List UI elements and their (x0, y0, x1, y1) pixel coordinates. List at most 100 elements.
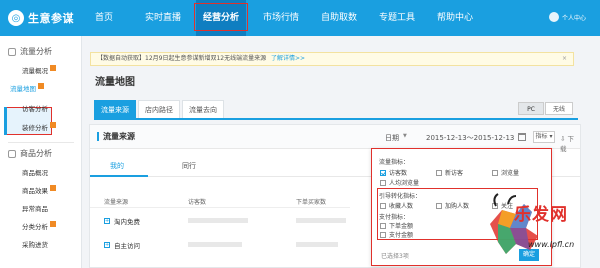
checkbox-icon (380, 179, 386, 186)
visitors-bar (188, 218, 248, 223)
tab-traffic-source[interactable]: 流量来源 (94, 100, 136, 119)
table-row[interactable]: + 淘内免费 (104, 216, 140, 226)
close-icon[interactable]: × (562, 53, 567, 65)
nav-self-service[interactable]: 自助取数 (316, 0, 362, 36)
sidebar-item-traffic-map[interactable]: 流量地图 (10, 83, 44, 93)
user-menu[interactable]: 个人中心 (548, 12, 586, 22)
date-range[interactable]: 2015-12-13～2015-12-13 (426, 133, 514, 143)
checkbox-icon (380, 169, 386, 176)
logo[interactable]: ◎ 生意参谋 (8, 9, 74, 27)
checkbox-icon (380, 202, 386, 209)
traffic-icon (8, 47, 16, 56)
metric-button[interactable]: 指标 ▾ (533, 131, 555, 143)
buyers-bar (296, 218, 346, 223)
user-label: 个人中心 (561, 14, 586, 22)
download-icon: ⇩ (560, 135, 566, 143)
download-button[interactable]: ⇩ 下载 (560, 133, 580, 153)
sidebar-divider (8, 142, 74, 143)
nav-highlight-box (194, 3, 248, 31)
checkbox-add-to-cart[interactable]: 加购人数 (436, 201, 469, 210)
subtab-peer[interactable]: 同行 (182, 161, 196, 171)
column-header-source: 流量来源 (104, 199, 129, 206)
checkbox-icon (492, 169, 498, 176)
sidebar-item-label: 商品效果 (22, 187, 48, 195)
checkbox-visitors[interactable]: 访客数 (380, 168, 407, 177)
column-header-visitors: 访客数 (188, 199, 207, 206)
checkbox-label: 加购人数 (445, 203, 470, 210)
row-source: 自主访问 (114, 242, 140, 250)
sidebar-item-purchase[interactable]: 采购进货 (22, 239, 48, 249)
new-badge-icon (50, 185, 56, 191)
metric-button-label: 指标 (535, 133, 548, 140)
checkbox-label: 下单金额 (389, 223, 414, 230)
panel-group-conversion: 引导转化指标： (379, 193, 422, 200)
notice-bar: 【数据自动获取】12月9日起生意参谋新增双12无线端流量来源 了解详情>> × (90, 52, 574, 66)
nav-tools[interactable]: 专题工具 (374, 0, 420, 36)
checkbox-icon (436, 202, 442, 209)
checkbox-label: 支付金额 (389, 232, 414, 239)
selected-count: 已选择3项 (381, 253, 409, 260)
date-label[interactable]: 日期 (385, 133, 399, 143)
new-badge-icon (38, 83, 44, 89)
expand-icon[interactable]: + (104, 242, 110, 248)
checkbox-payment-amount[interactable]: 支付金额 (380, 230, 413, 239)
sidebar-item-label: 流量概况 (22, 67, 48, 75)
sidebar-group-label: 商品分析 (20, 149, 52, 158)
expand-icon[interactable]: + (104, 218, 110, 224)
panel-group-traffic: 流量指标： (379, 159, 410, 166)
logo-text: 生意参谋 (28, 12, 74, 25)
page-title: 流量地图 (95, 77, 135, 88)
chevron-down-icon[interactable]: ▼ (403, 133, 407, 139)
sidebar-item-label: 商品概况 (22, 169, 48, 177)
sidebar-item-category-analysis[interactable]: 分类分析 (22, 221, 56, 231)
checkbox-label: 浏览量 (501, 170, 520, 177)
sidebar-item-visitor-analysis[interactable]: 访客分析 (22, 103, 48, 113)
checkbox-label: 访客数 (389, 170, 408, 177)
checkbox-icon (380, 231, 386, 238)
nav-market[interactable]: 市场行情 (258, 0, 304, 36)
checkbox-label: 收藏人数 (389, 203, 414, 210)
sidebar-item-abnormal-product[interactable]: 异常商品 (22, 203, 48, 213)
device-wireless-button[interactable]: 无线 (545, 102, 573, 115)
notice-link[interactable]: 了解详情>> (271, 55, 305, 62)
logo-icon: ◎ (8, 10, 24, 26)
nav-live[interactable]: 实时直播 (136, 0, 190, 36)
sidebar-item-product-overview[interactable]: 商品概况 (22, 167, 48, 177)
checkbox-new-visitors[interactable]: 新访客 (436, 168, 463, 177)
sidebar-item-decoration-analysis[interactable]: 装修分析 (22, 122, 56, 132)
watermark-bull-logo (490, 193, 538, 254)
device-pc-button[interactable]: PC (518, 102, 544, 115)
sidebar-group-traffic[interactable]: 流量分析 (8, 46, 52, 57)
tab-traffic-destination[interactable]: 流量去向 (182, 100, 224, 119)
top-navigation: ◎ 生意参谋 首页 实时直播 经营分析 市场行情 自助取数 专题工具 帮助中心 … (0, 0, 600, 36)
calendar-icon[interactable] (518, 133, 526, 141)
new-badge-icon (50, 122, 56, 128)
checkbox-favorites[interactable]: 收藏人数 (380, 201, 413, 210)
new-badge-icon (50, 65, 56, 71)
avatar-icon (548, 12, 559, 22)
notice-text: 【数据自动获取】12月9日起生意参谋新增双12无线端流量来源 (97, 55, 267, 62)
subtab-mine[interactable]: 我的 (110, 161, 124, 171)
sidebar-item-product-effect[interactable]: 商品效果 (22, 185, 56, 195)
tab-store-path[interactable]: 店内路径 (138, 100, 180, 119)
sidebar-item-label: 采购进货 (22, 241, 48, 249)
nav-home[interactable]: 首页 (84, 0, 124, 36)
sidebar-item-traffic-overview[interactable]: 流量概况 (22, 65, 56, 75)
checkbox-order-amount[interactable]: 下单金额 (380, 221, 413, 230)
table-row[interactable]: + 自主访问 (104, 240, 140, 250)
column-header-buyers: 下单买家数 (296, 199, 327, 206)
sidebar-group-product[interactable]: 商品分析 (8, 148, 52, 159)
visitors-bar (188, 242, 242, 247)
card-header: 流量来源 日期 ▼ 2015-12-13～2015-12-13 指标 ▾ ⇩ 下… (90, 125, 580, 153)
nav-help[interactable]: 帮助中心 (432, 0, 478, 36)
checkbox-icon (380, 222, 386, 229)
sidebar-item-label: 装修分析 (22, 124, 48, 132)
sidebar-group-label: 流量分析 (20, 47, 52, 56)
sidebar-active-indicator (4, 107, 7, 135)
checkbox-pageviews[interactable]: 浏览量 (492, 168, 519, 177)
buyers-bar (296, 242, 338, 247)
checkbox-label: 人均浏览量 (389, 180, 420, 187)
sidebar-item-label: 流量地图 (10, 85, 36, 93)
sidebar-item-label: 异常商品 (22, 205, 48, 213)
checkbox-avg-pageviews[interactable]: 人均浏览量 (380, 178, 419, 187)
